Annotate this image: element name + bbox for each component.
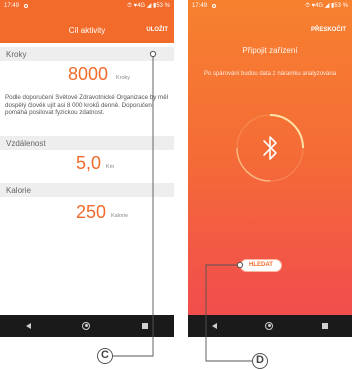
callout-c-line: [112, 50, 157, 357]
callout-d-label: D: [252, 353, 268, 369]
callout-c-label: C: [97, 348, 113, 364]
callout-lines: [112, 50, 252, 362]
callout-d-line: [205, 261, 252, 362]
manual-illustration: 17:49 ⏱ ♥4G ◢ ▮53 % Cíl aktivity ULOŽIT …: [0, 0, 352, 370]
